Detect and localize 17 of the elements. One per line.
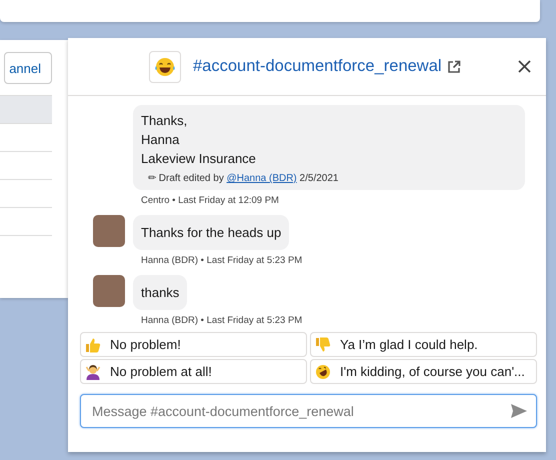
message-text: Lakeview Insurance [141, 150, 257, 168]
message-text: Hanna [141, 131, 180, 149]
channel-button[interactable]: annel [4, 52, 52, 84]
quick-reply-button[interactable]: No problem! [80, 332, 307, 357]
message-meta: Hanna (BDR) • Last Friday at 5:23 PM [141, 255, 304, 266]
author-link[interactable]: @Hanna (BDR) [226, 173, 297, 184]
quick-reply-button[interactable]: I'm kidding, of course you can'... [310, 359, 537, 384]
channel-title-link[interactable]: #account-documentforce_renewal [193, 57, 442, 76]
message-meta: Hanna (BDR) • Last Friday at 5:23 PM [141, 315, 304, 326]
message-text: thanks [141, 284, 180, 302]
draft-note: ✏ Draft edited by @Hanna (BDR) 2/5/2021 [148, 172, 340, 184]
message-input[interactable]: Message #account-documentforce_renewal [80, 394, 537, 428]
message-text: Thanks for the heads up [141, 224, 282, 242]
message-text: Thanks, [141, 112, 188, 130]
quick-reply-button[interactable]: No problem at all! [80, 359, 307, 384]
message-meta: Centro • Last Friday at 12:09 PM [141, 195, 280, 206]
quick-reply-button[interactable]: Ya I’m glad I could help. [310, 332, 537, 357]
